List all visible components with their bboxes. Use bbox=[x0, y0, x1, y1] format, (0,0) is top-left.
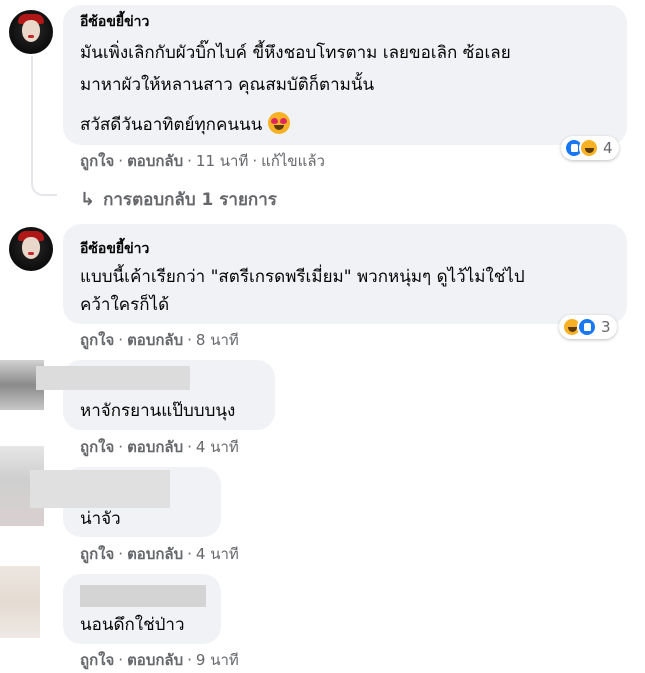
view-replies-label: การตอบกลับ 1 รายการ bbox=[103, 190, 277, 210]
reply-link[interactable]: ตอบกลับ bbox=[127, 330, 183, 350]
comment-text-line: นอนดึกใช่ป่าว bbox=[80, 615, 185, 635]
edited-label[interactable]: แก้ไขแล้ว bbox=[261, 151, 325, 171]
comment-text-line: หาจักรยานแป๊บบบนุง bbox=[80, 401, 236, 421]
comment-author[interactable]: อีซ้อขยี้ข่าว bbox=[80, 13, 149, 31]
timestamp[interactable]: 11 นาที bbox=[196, 151, 248, 171]
comment-text-line: คว้าใครก็ได้ bbox=[80, 295, 170, 315]
timestamp[interactable]: 8 นาที bbox=[196, 330, 239, 350]
comment-author[interactable]: อีซ้อขยี้ข่าว bbox=[80, 240, 149, 258]
avatar[interactable] bbox=[9, 227, 53, 271]
reaction-summary[interactable]: 4 bbox=[561, 136, 619, 160]
comment-text: สวัสดีวันอาทิตย์ทุกคนนน bbox=[80, 115, 263, 135]
reaction-summary[interactable]: 3 bbox=[559, 315, 617, 339]
comment-actions: ถูกใจ · ตอบกลับ · 11 นาที · แก้ไขแล้ว bbox=[80, 151, 325, 171]
like-link[interactable]: ถูกใจ bbox=[80, 544, 114, 564]
heart-eyes-emoji bbox=[268, 112, 291, 134]
reply-link[interactable]: ตอบกลับ bbox=[127, 650, 183, 670]
comment-actions: ถูกใจ · ตอบกลับ · 9 นาที bbox=[80, 650, 239, 670]
reply-arrow-icon: ↳ bbox=[80, 189, 96, 210]
comment-actions: ถูกใจ · ตอบกลับ · 4 นาที bbox=[80, 544, 239, 564]
thread-connector bbox=[31, 56, 57, 196]
comment-actions: ถูกใจ · ตอบกลับ · 8 นาที bbox=[80, 330, 239, 350]
like-link[interactable]: ถูกใจ bbox=[80, 650, 114, 670]
comment-actions: ถูกใจ · ตอบกลับ · 4 นาที bbox=[80, 437, 239, 457]
comment-text-line: สวัสดีวันอาทิตย์ทุกคนนน bbox=[80, 112, 291, 138]
reaction-count: 4 bbox=[603, 139, 613, 157]
reply-link[interactable]: ตอบกลับ bbox=[127, 151, 183, 171]
author-name-redacted bbox=[36, 366, 190, 390]
view-replies-link[interactable]: ↳ การตอบกลับ 1 รายการ bbox=[80, 186, 277, 213]
like-link[interactable]: ถูกใจ bbox=[80, 151, 114, 171]
like-link[interactable]: ถูกใจ bbox=[80, 330, 114, 350]
haha-reaction-icon bbox=[579, 138, 599, 158]
author-name-redacted bbox=[80, 585, 206, 607]
like-link[interactable]: ถูกใจ bbox=[80, 437, 114, 457]
reply-link[interactable]: ตอบกลับ bbox=[127, 437, 183, 457]
timestamp[interactable]: 4 นาที bbox=[196, 544, 239, 564]
comment-text-line: มาหาผัวให้หลานสาว คุณสมบัติก็ตามนั้น bbox=[80, 75, 375, 95]
reaction-count: 3 bbox=[601, 318, 611, 336]
comment-text-line: แบบนี้เค้าเรียกว่า "สตรีเกรดพรีเมี่ยม" พ… bbox=[80, 267, 525, 287]
like-reaction-icon bbox=[577, 317, 597, 337]
author-name-redacted bbox=[30, 470, 170, 508]
timestamp[interactable]: 9 นาที bbox=[196, 650, 239, 670]
avatar[interactable] bbox=[0, 566, 40, 638]
timestamp[interactable]: 4 นาที bbox=[196, 437, 239, 457]
comment-text-line: มันเพิ่งเลิกกับผัวบิ๊กไบค์ ขี้หึงชอบโทรต… bbox=[80, 43, 511, 63]
reply-link[interactable]: ตอบกลับ bbox=[127, 544, 183, 564]
comment-text-line: น่าจัว bbox=[80, 509, 121, 529]
avatar[interactable] bbox=[9, 10, 53, 54]
